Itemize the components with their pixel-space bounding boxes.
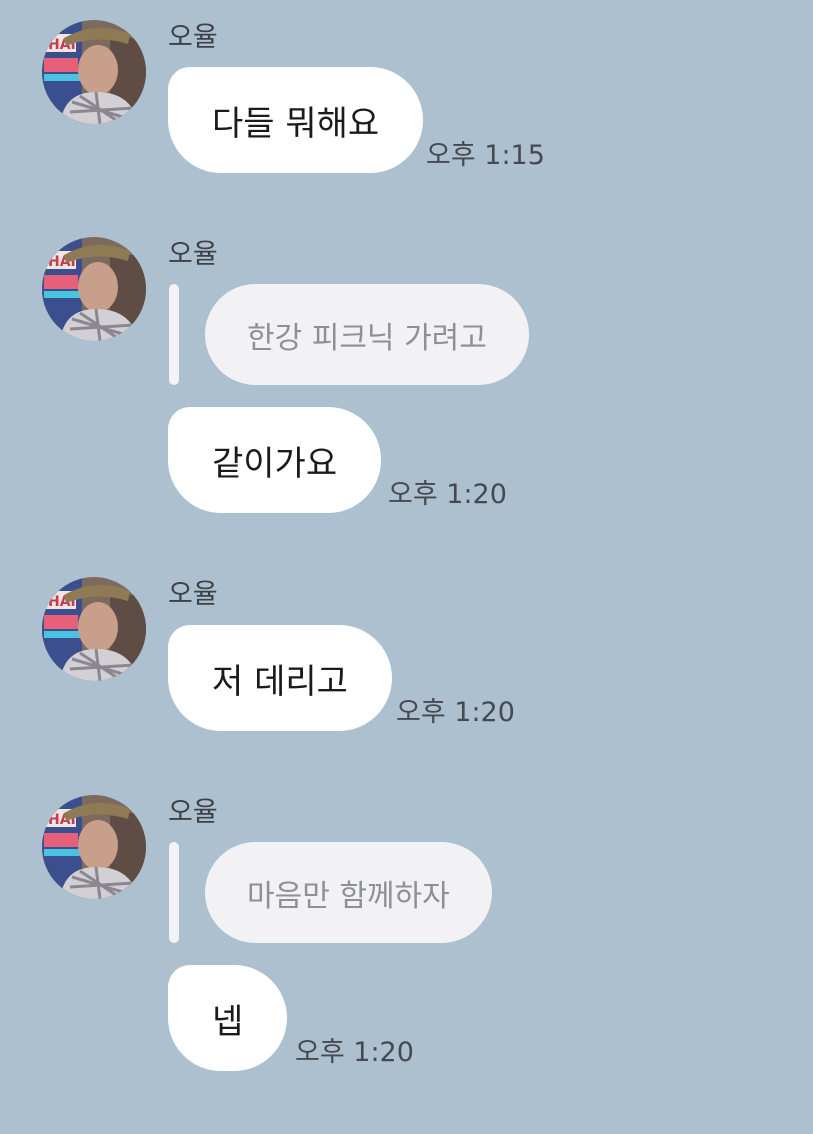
avatar[interactable] [42,795,146,899]
message-time: 오후 1:15 [426,140,545,171]
message-bubble[interactable]: 같이가요 [168,407,382,513]
reply-indicator-bar [169,842,179,943]
message-time: 오후 1:20 [388,479,507,510]
sender-name: 오율 [168,239,218,270]
sender-name: 오율 [168,797,218,828]
avatar-image [42,20,146,124]
message-bubble[interactable]: 저 데리고 [168,625,392,731]
avatar-image [42,577,146,681]
sender-name: 오율 [168,579,218,610]
chat-screen: { "messages": [ { "sender": "오율", "reply… [0,0,813,1134]
sender-name: 오율 [168,22,218,53]
message-time: 오후 1:20 [295,1037,414,1068]
avatar-image [42,795,146,899]
message-bubble[interactable]: 넵 [168,965,288,1071]
message-time: 오후 1:20 [396,697,515,728]
reply-indicator-bar [169,284,179,385]
message-bubble[interactable]: 다들 뭐해요 [168,67,424,173]
avatar[interactable] [42,577,146,681]
quoted-reply[interactable]: 마음만 함께하자 [205,842,492,943]
avatar[interactable] [42,237,146,341]
quoted-reply[interactable]: 한강 피크닉 가려고 [205,284,529,385]
avatar[interactable] [42,20,146,124]
avatar-image [42,237,146,341]
